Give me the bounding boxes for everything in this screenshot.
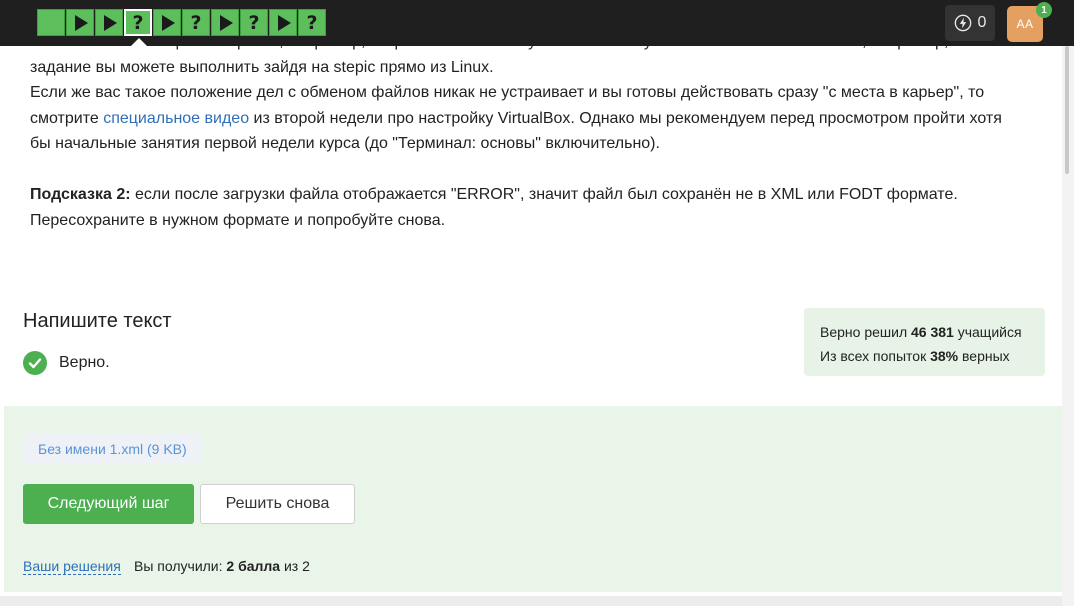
check-circle-icon (23, 351, 47, 375)
attempts-stat: Из всех попыток 38% верных (820, 344, 1029, 368)
verdict-text: Верно. (59, 354, 110, 371)
step-video[interactable] (66, 9, 94, 36)
score-label: Вы получили: (134, 558, 227, 574)
scrollbar[interactable] (1062, 46, 1074, 606)
stat-text: Из всех попыток (820, 348, 931, 364)
step-quiz[interactable]: ? (124, 9, 152, 36)
step-video[interactable] (153, 9, 181, 36)
question-icon: ? (248, 11, 260, 34)
play-icon (75, 14, 88, 31)
next-step-button[interactable]: Следующий шаг (23, 484, 194, 524)
your-solutions-link[interactable]: Ваши решения (23, 558, 121, 575)
retry-button[interactable]: Решить снова (200, 484, 355, 524)
solved-stat: Верно решил 46 381 учащийся (820, 320, 1029, 344)
text-fragment: из второй недели про настройку VirtualBo… (249, 109, 1002, 127)
special-video-link[interactable]: специальное видео (103, 110, 249, 127)
text-line: Пересохраните в нужном формате и попробу… (30, 211, 446, 229)
score-text: Вы получили: 2 балла из 2 (134, 558, 310, 574)
top-bar: ???? 0 АА 1 (0, 0, 1074, 46)
text-line: задание вы можете выполнить зайдя на ste… (30, 58, 494, 76)
text-fragment: смотрите (30, 109, 104, 127)
text-line: Если же вас такое положение дел с обмено… (30, 84, 985, 101)
step-text: системами с помощью интернета, например,… (30, 29, 1060, 233)
hint-text: если после загрузки файла отображается "… (130, 186, 958, 203)
question-icon: ? (306, 11, 318, 34)
score-total: из 2 (280, 558, 310, 574)
energy-count: 0 (977, 14, 987, 31)
step-quiz[interactable]: ? (240, 9, 268, 36)
hint-label: Подсказка 2: (30, 186, 131, 203)
text-line: смотрите специальное видео из второй нед… (30, 106, 1060, 132)
verdict: Верно. (23, 351, 110, 375)
step-video[interactable] (95, 9, 123, 36)
notification-badge: 1 (1036, 2, 1052, 18)
stats-box: Верно решил 46 381 учащийся Из всех попы… (804, 308, 1045, 376)
solved-count: 46 381 (911, 324, 954, 340)
energy-counter[interactable]: 0 (945, 5, 995, 41)
play-icon (162, 14, 175, 31)
question-icon: ? (190, 11, 202, 34)
attempts-percent: 38% (930, 348, 959, 364)
play-icon (104, 14, 117, 31)
score-value: 2 балла (226, 558, 281, 574)
page-bottom-edge (0, 596, 1062, 606)
stat-text: учащийся (953, 324, 1022, 340)
step-text[interactable] (37, 9, 65, 36)
step-quiz[interactable]: ? (298, 9, 326, 36)
play-icon (278, 14, 291, 31)
text-line: бы начальные занятия первой недели курса… (30, 135, 660, 152)
step-video[interactable] (269, 9, 297, 36)
task-title: Напишите текст (23, 310, 172, 332)
current-step-pointer (131, 38, 147, 46)
step-video[interactable] (211, 9, 239, 36)
text-step-icon (40, 12, 62, 33)
play-icon (220, 14, 233, 31)
question-icon: ? (132, 11, 144, 34)
stat-text: Верно решил (820, 324, 911, 340)
uploaded-file-chip[interactable]: Без имени 1.xml (9 KB) (23, 434, 202, 464)
hint-line: Подсказка 2: если после загрузки файла о… (30, 182, 1060, 208)
scrollbar-thumb[interactable] (1065, 46, 1069, 174)
stat-text: верных (958, 348, 1010, 364)
step-navigation: ???? (37, 9, 326, 36)
step-quiz[interactable]: ? (182, 9, 210, 36)
lightning-icon (954, 14, 971, 32)
